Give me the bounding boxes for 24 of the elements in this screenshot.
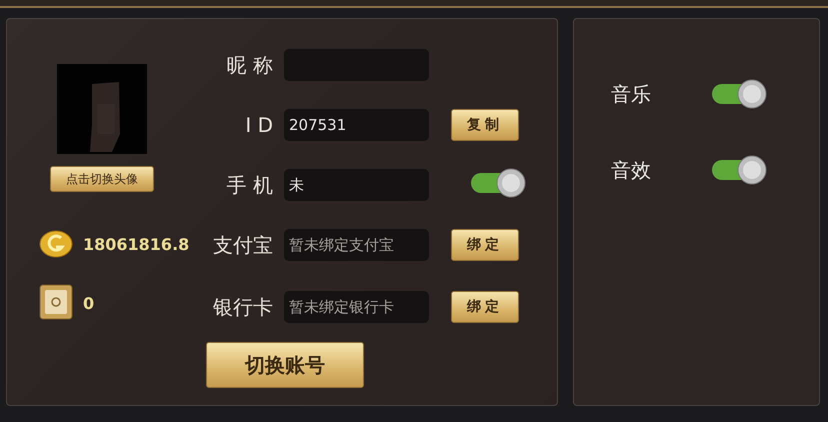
field-label: I D <box>244 113 273 137</box>
toggle-switch[interactable] <box>470 168 526 198</box>
field-label: 银行卡 <box>212 294 273 320</box>
field-label: 昵 称 <box>226 52 273 78</box>
setting-label: 音效 <box>611 156 652 184</box>
action-button[interactable]: 复制 <box>451 109 519 141</box>
coin-icon <box>39 229 73 259</box>
input-field[interactable]: 未 <box>283 168 430 202</box>
balance-amount: 0 <box>83 294 94 312</box>
toggle-switch[interactable] <box>711 155 767 185</box>
switch-account-button[interactable]: 切换账号 <box>206 342 364 388</box>
input-field[interactable]: 暂未绑定支付宝 <box>283 228 430 262</box>
change-avatar-button[interactable]: 点击切换头像 <box>50 166 154 192</box>
input-field[interactable]: 207531 <box>283 108 430 142</box>
setting-label: 音乐 <box>611 80 652 108</box>
balance-amount: 18061816.8 <box>83 234 190 254</box>
action-button[interactable]: 绑定 <box>451 291 519 323</box>
input-field[interactable]: 暂未绑定银行卡 <box>283 290 430 324</box>
safe-icon <box>39 284 73 322</box>
action-button[interactable]: 绑定 <box>451 229 519 261</box>
toggle-switch[interactable] <box>711 79 767 109</box>
input-field[interactable] <box>283 48 430 82</box>
field-label: 手 机 <box>226 172 273 198</box>
field-label: 支付宝 <box>212 232 273 258</box>
